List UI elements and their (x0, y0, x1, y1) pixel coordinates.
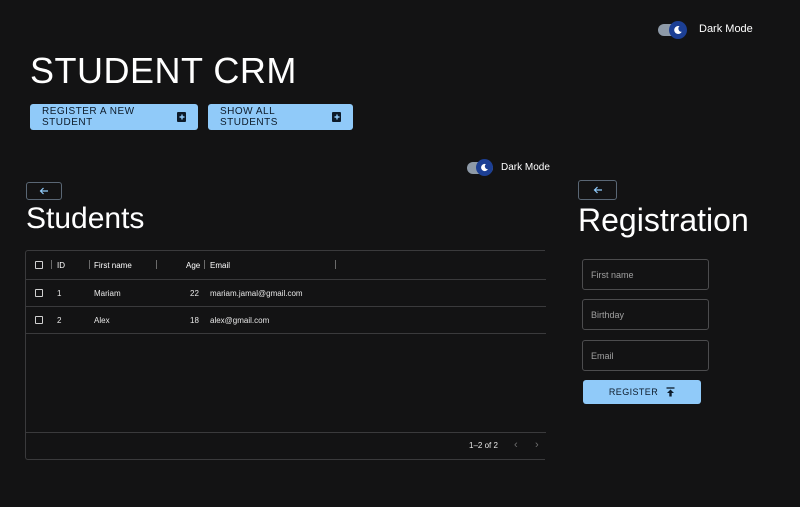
registration-title: Registration (578, 202, 749, 238)
registration-back-button[interactable] (578, 180, 617, 200)
arrow-left-icon (593, 186, 602, 194)
arrow-left-icon (39, 187, 48, 195)
dark-mode-toggle[interactable] (658, 21, 688, 39)
show-all-students-button[interactable]: SHOW ALL STUDENTS (208, 104, 353, 130)
table-row[interactable]: 1 Mariam 22 mariam.jamal@gmail.com (26, 280, 546, 307)
email-field[interactable] (582, 340, 709, 371)
students-table: ID First name Age Email 1 Mariam 22 mari… (25, 250, 546, 460)
moon-icon (476, 159, 493, 176)
register-button-label: REGISTER (608, 387, 659, 397)
chevron-left-icon[interactable]: ‹ (514, 439, 518, 451)
dark-mode-label-inner: Dark Mode (501, 162, 550, 173)
pagination-text: 1–2 of 2 (469, 441, 498, 450)
table-footer: 1–2 of 2 ‹ › (26, 432, 546, 460)
dark-mode-label: Dark Mode (699, 23, 753, 35)
register-new-student-label: REGISTER A NEW STUDENT (42, 106, 135, 128)
dark-mode-toggle-inner[interactable] (467, 159, 495, 177)
first-name-field[interactable] (582, 259, 709, 290)
cell-email: mariam.jamal@gmail.com (210, 288, 303, 298)
cell-age: 22 (190, 288, 199, 298)
column-header-email[interactable]: Email (210, 251, 230, 279)
column-header-first-name[interactable]: First name (94, 251, 132, 279)
plus-box-icon (177, 112, 186, 122)
row-checkbox[interactable] (35, 316, 43, 324)
upload-icon (666, 387, 675, 397)
cell-id: 2 (57, 315, 62, 325)
cell-id: 1 (57, 288, 62, 298)
column-header-id[interactable]: ID (57, 251, 65, 279)
chevron-right-icon[interactable]: › (535, 439, 539, 451)
register-new-student-button[interactable]: REGISTER A NEW STUDENT (30, 104, 198, 130)
plus-box-icon (332, 112, 341, 122)
select-all-checkbox[interactable] (35, 261, 43, 269)
cell-first-name: Alex (94, 315, 110, 325)
cell-age: 18 (190, 315, 199, 325)
cell-first-name: Mariam (94, 288, 121, 298)
show-all-students-label: SHOW ALL STUDENTS (220, 106, 278, 128)
table-header: ID First name Age Email (26, 251, 546, 280)
students-title: Students (26, 202, 145, 235)
table-row[interactable]: 2 Alex 18 alex@gmail.com (26, 307, 546, 334)
row-checkbox[interactable] (35, 289, 43, 297)
moon-icon (669, 21, 687, 39)
cell-email: alex@gmail.com (210, 315, 270, 325)
register-button[interactable]: REGISTER (583, 380, 701, 404)
students-back-button[interactable] (26, 182, 62, 200)
birthday-field[interactable] (582, 299, 709, 330)
column-header-age[interactable]: Age (186, 251, 200, 279)
page-title: STUDENT CRM (30, 50, 297, 91)
